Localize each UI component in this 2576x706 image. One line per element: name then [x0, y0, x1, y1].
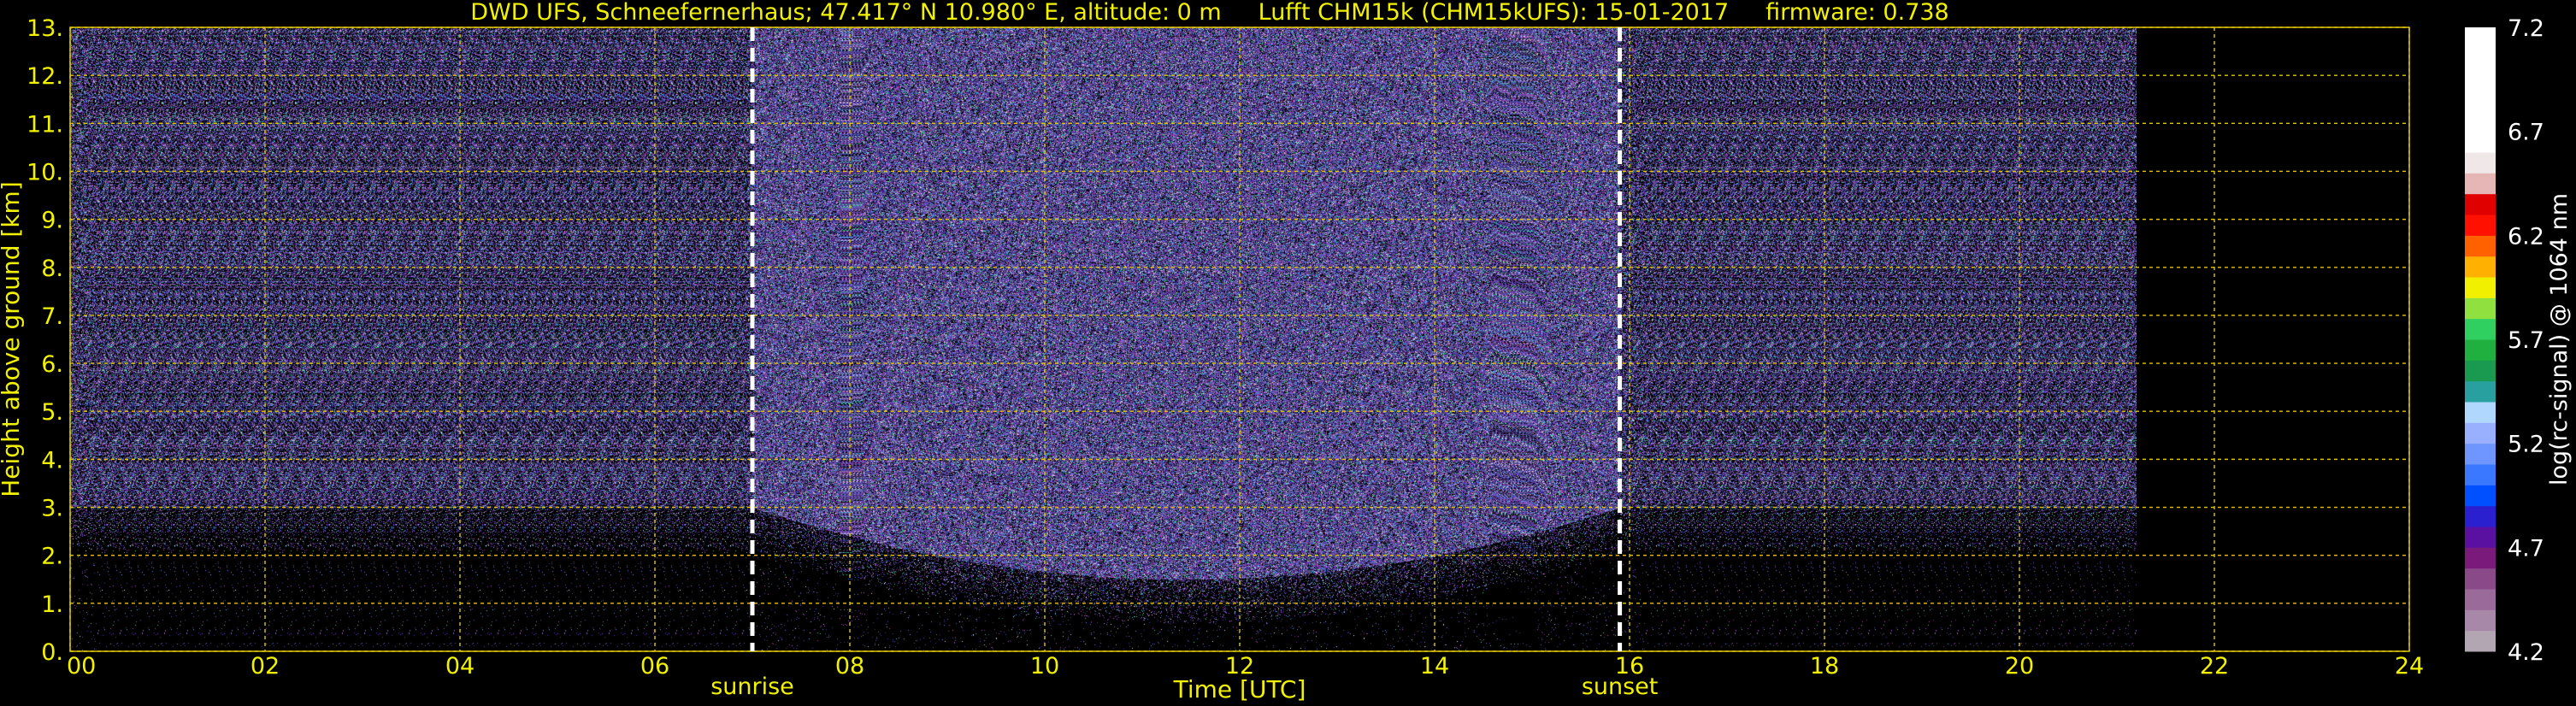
ceilometer-chart: sunrise sunset00 02 04 06 08 10 12 14 16 18 20 22 240… — [0, 15, 2573, 703]
colorbar-segment — [2465, 630, 2496, 652]
x-tick-label: 14 — [1420, 653, 1449, 680]
y-tick-label: 10. — [27, 159, 63, 185]
x-tick-label: 06 — [640, 653, 669, 680]
colorbar-segment — [2465, 215, 2496, 236]
colorbar-segment — [2465, 422, 2496, 444]
colorbar-segment — [2465, 609, 2496, 632]
x-tick-label: 24 — [2395, 653, 2424, 680]
colorbar-segment — [2465, 547, 2496, 569]
y-tick-label: 13. — [27, 15, 63, 42]
colorbar-tick-label: 6.2 — [2508, 223, 2544, 250]
y-tick-label: 1. — [41, 591, 63, 618]
colorbar-segment — [2465, 485, 2496, 507]
colorbar-segment — [2465, 318, 2496, 340]
colorbar-segment — [2465, 505, 2496, 527]
colorbar-segment — [2465, 360, 2496, 382]
colorbar-segment — [2465, 235, 2496, 257]
y-tick-label: 9. — [41, 208, 63, 234]
y-tick-label: 12. — [27, 63, 63, 90]
backscatter-field — [70, 27, 2137, 651]
colorbar-segment — [2465, 297, 2496, 320]
colorbar-segment — [2465, 173, 2496, 195]
x-tick-label: 08 — [835, 653, 864, 680]
colorbar-segment — [2465, 339, 2496, 361]
colorbar-segment — [2465, 527, 2496, 548]
x-tick-label: 16 — [1615, 653, 1644, 680]
x-tick-label: 22 — [2200, 653, 2229, 680]
colorbar-tick-label: 5.2 — [2508, 432, 2544, 458]
sunrise-label: sunrise — [710, 674, 794, 700]
x-tick-label: 04 — [445, 653, 475, 680]
colorbar-segment — [2465, 152, 2496, 174]
colorbar-segment — [2465, 193, 2496, 215]
colorbar-tick-label: 7.2 — [2508, 15, 2544, 42]
colorbar-segment — [2465, 131, 2496, 153]
y-tick-label: 5. — [41, 399, 63, 426]
colorbar-segment — [2465, 90, 2496, 111]
x-tick-label: 02 — [251, 653, 280, 680]
colorbar-tick-label: 5.7 — [2508, 327, 2544, 354]
y-tick-label: 11. — [27, 111, 63, 138]
colorbar-segment — [2465, 443, 2496, 465]
colorbar-segment — [2465, 68, 2496, 91]
colorbar-label: log(rc-signal) @ 1064 nm — [2546, 193, 2573, 485]
y-tick-label: 4. — [41, 447, 63, 474]
x-tick-label: 10 — [1030, 653, 1059, 680]
y-tick-label: 2. — [41, 544, 63, 570]
colorbar-segment — [2465, 464, 2496, 485]
x-axis-label: Time [UTC] — [1173, 675, 1306, 703]
y-tick-label: 3. — [41, 496, 63, 522]
x-tick-label: 18 — [1810, 653, 1839, 680]
colorbar-segment — [2465, 277, 2496, 298]
colorbar-segment — [2465, 589, 2496, 610]
x-tick-label: 00 — [67, 653, 96, 680]
colorbar-tick-label: 4.7 — [2508, 535, 2544, 562]
y-axis-label: Height above ground [km] — [0, 181, 25, 497]
y-tick-label: 7. — [41, 303, 63, 330]
x-tick-label: 20 — [2005, 653, 2034, 680]
colorbar-segment — [2465, 256, 2496, 278]
colorbar-segment — [2465, 568, 2496, 590]
colorbar-tick-label: 4.2 — [2508, 639, 2544, 666]
colorbar-segment — [2465, 48, 2496, 70]
colorbar-segment — [2465, 27, 2496, 49]
y-tick-label: 8. — [41, 256, 63, 282]
colorbar-tick-label: 6.7 — [2508, 120, 2544, 146]
colorbar-segment — [2465, 402, 2496, 423]
colorbar-segment — [2465, 380, 2496, 403]
y-tick-label: 0. — [41, 639, 63, 666]
colorbar-segment — [2465, 110, 2496, 132]
y-tick-label: 6. — [41, 351, 63, 378]
